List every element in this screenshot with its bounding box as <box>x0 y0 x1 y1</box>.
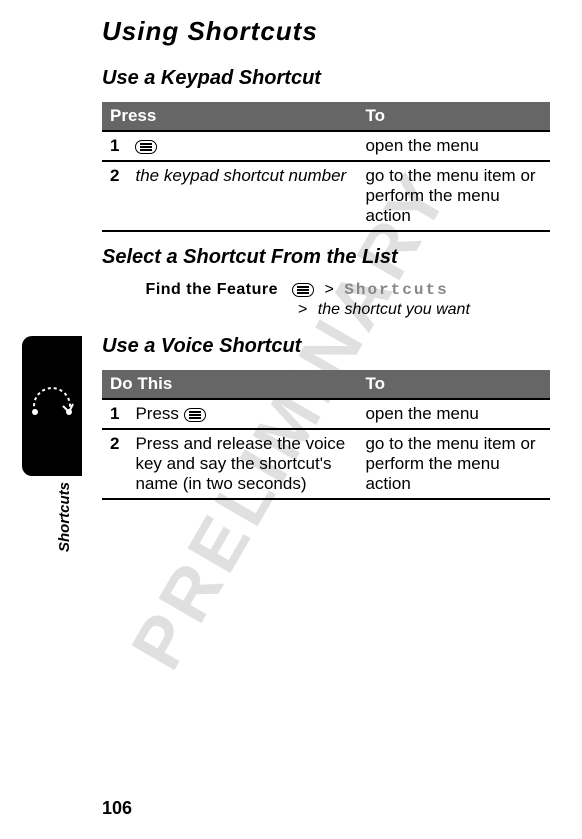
press-prefix: Press <box>135 404 183 423</box>
page-number: 106 <box>102 798 132 819</box>
heading-voice-shortcut: Use a Voice Shortcut <box>102 335 550 358</box>
table-header-row: Do This To <box>102 370 550 399</box>
sidebar-tab <box>22 336 82 476</box>
step-number: 2 <box>102 429 127 499</box>
voice-shortcut-table: Do This To 1 Press open the menu 2 Press… <box>102 370 550 500</box>
column-header-to: To <box>357 102 550 131</box>
step-number: 2 <box>102 161 127 231</box>
path-target: the shortcut you want <box>318 301 470 318</box>
press-cell <box>127 131 357 161</box>
section-tab-label: Shortcuts <box>56 482 73 552</box>
path-separator: > <box>324 281 333 298</box>
page-content: Using Shortcuts Use a Keypad Shortcut Pr… <box>102 16 550 500</box>
shortcuts-menu-item: Shortcuts <box>344 281 448 299</box>
do-cell: Press <box>127 399 357 429</box>
to-cell: open the menu <box>357 131 550 161</box>
menu-key-icon <box>135 140 157 154</box>
find-feature-label: Find the Feature <box>102 281 292 321</box>
column-header-press: Press <box>102 102 357 131</box>
path-separator: > <box>298 301 307 318</box>
table-row: 2 the keypad shortcut number go to the m… <box>102 161 550 231</box>
page-title: Using Shortcuts <box>102 16 550 47</box>
press-cell: the keypad shortcut number <box>127 161 357 231</box>
column-header-to: To <box>357 370 550 399</box>
heading-select-shortcut: Select a Shortcut From the List <box>102 246 550 269</box>
do-cell: Press and release the voice key and say … <box>127 429 357 499</box>
step-number: 1 <box>102 131 127 161</box>
find-feature-block: Find the Feature > Shortcuts > the short… <box>102 281 550 321</box>
shortcut-arc-icon <box>25 372 79 426</box>
to-cell: go to the menu item or perform the menu … <box>357 429 550 499</box>
column-header-do: Do This <box>102 370 357 399</box>
heading-keypad-shortcut: Use a Keypad Shortcut <box>102 67 550 90</box>
table-row: 1 Press open the menu <box>102 399 550 429</box>
to-cell: go to the menu item or perform the menu … <box>357 161 550 231</box>
keypad-shortcut-table: Press To 1 open the menu 2 the keypad sh… <box>102 102 550 232</box>
to-cell: open the menu <box>357 399 550 429</box>
step-number: 1 <box>102 399 127 429</box>
table-row: 2 Press and release the voice key and sa… <box>102 429 550 499</box>
feature-path: > Shortcuts > the shortcut you want <box>292 281 550 321</box>
menu-key-icon <box>292 283 314 297</box>
menu-key-icon <box>184 408 206 422</box>
table-row: 1 open the menu <box>102 131 550 161</box>
table-header-row: Press To <box>102 102 550 131</box>
